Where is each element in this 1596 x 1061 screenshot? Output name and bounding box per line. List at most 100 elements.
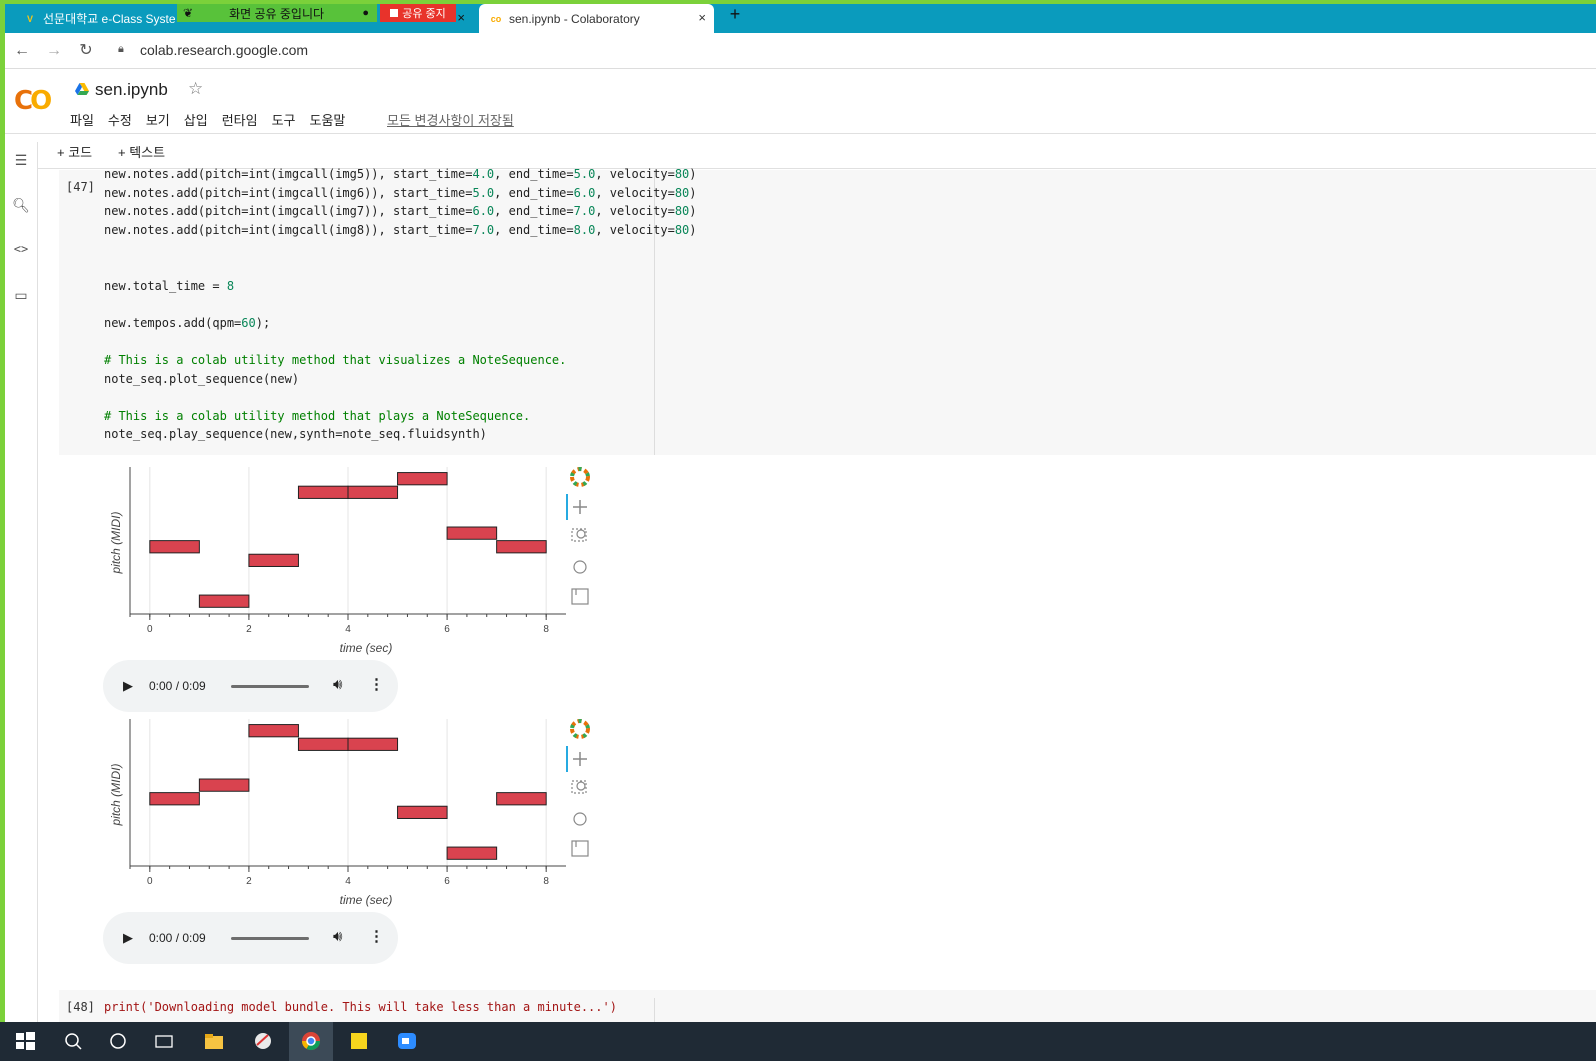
piano-roll-chart: 0 2 4 6 8 time (sec) pitch (MIDI): [109, 719, 566, 907]
menu-runtime[interactable]: 런타임: [222, 110, 258, 129]
code-line: new.notes.add(pitch=int(imgcall(img8)), …: [104, 221, 697, 240]
url-field[interactable]: colab.research.google.com: [140, 42, 308, 58]
code-text: new.notes.add(pitch=int(imgcall(img7)), …: [104, 204, 473, 219]
more-options-icon[interactable]: ⋮: [369, 675, 384, 693]
menu-tools[interactable]: 도구: [272, 110, 296, 129]
note-bar: [198, 778, 250, 792]
code-editor[interactable]: print('Downloading model bundle. This wi…: [104, 1000, 617, 1014]
code-snippets-icon[interactable]: <>: [11, 242, 31, 262]
add-text-button[interactable]: + 텍스트: [118, 142, 165, 161]
reset-icon[interactable]: [573, 812, 587, 826]
notebook-title[interactable]: sen.ipynb: [95, 80, 168, 100]
search-icon[interactable]: [62, 1030, 84, 1052]
shield-icon: ●: [362, 7, 369, 19]
code-line: # This is a colab utility method that pl…: [104, 407, 697, 426]
reset-icon[interactable]: [573, 560, 587, 574]
zoom-icon[interactable]: [396, 1030, 418, 1052]
note-bar: [297, 485, 349, 499]
x-tick-label: 6: [444, 624, 450, 635]
tab-close-icon[interactable]: ×: [457, 10, 465, 25]
save-icon[interactable]: [571, 588, 589, 605]
reload-icon[interactable]: ↻: [75, 40, 97, 62]
x-tick-label: 6: [444, 876, 450, 887]
code-line: new.notes.add(pitch=int(imgcall(img5)), …: [104, 165, 697, 184]
code-text: new.notes.add(pitch=int(imgcall(img6)), …: [104, 185, 473, 200]
note-bar: [248, 553, 299, 567]
menu-edit[interactable]: 수정: [108, 110, 132, 129]
leaf-icon: ❦: [183, 6, 194, 20]
save-status[interactable]: 모든 변경사항이 저장됨: [387, 110, 514, 129]
cortana-icon[interactable]: [107, 1030, 129, 1052]
note-bar: [347, 737, 399, 751]
box-zoom-icon[interactable]: [571, 528, 587, 542]
x-tick-label: 4: [345, 624, 351, 635]
code-number: 7.0: [573, 204, 596, 219]
bokeh-toolbar: [566, 719, 590, 857]
code-editor[interactable]: new.notes.add(pitch=int(imgcall(img5)), …: [104, 165, 697, 444]
code-text: new.notes.add(pitch=int(imgcall(img5)), …: [104, 167, 473, 181]
forward-arrow-icon[interactable]: →: [43, 40, 65, 62]
new-tab-button[interactable]: +: [725, 4, 745, 28]
share-banner-label: 화면 공유 중입니다: [229, 6, 325, 21]
code-comment: # This is a colab utility method that pl…: [104, 408, 531, 423]
windows-taskbar: [0, 1022, 1596, 1061]
code-text: , end_time=: [494, 167, 574, 181]
audio-time: 0:00 / 0:09: [149, 679, 206, 693]
tab-close-icon[interactable]: ×: [698, 10, 706, 25]
code-number: 80: [674, 185, 690, 200]
note-bar: [446, 846, 498, 860]
code-line: # This is a colab utility method that vi…: [104, 351, 697, 370]
menu-help[interactable]: 도움말: [310, 110, 346, 129]
code-text: , velocity=: [595, 222, 675, 237]
code-number: 5.0: [472, 185, 495, 200]
code-number: 5.0: [573, 167, 596, 181]
back-arrow-icon[interactable]: ←: [11, 40, 33, 62]
note-bar: [496, 540, 547, 554]
x-tick-label: 2: [246, 876, 252, 887]
code-number: 80: [674, 167, 690, 181]
y-axis-label: pitch (MIDI): [109, 511, 123, 574]
play-icon[interactable]: ▶: [123, 678, 133, 694]
pan-icon[interactable]: [573, 500, 587, 514]
sticky-notes-icon[interactable]: [348, 1030, 370, 1052]
audio-seek-bar[interactable]: [231, 937, 309, 940]
active-tool-indicator: [566, 494, 568, 520]
colab-logo[interactable]: CO: [14, 86, 52, 116]
code-number: 6.0: [472, 204, 495, 219]
volume-icon[interactable]: 🔊︎: [333, 676, 342, 693]
code-text: ): [689, 222, 697, 237]
app-icon[interactable]: [252, 1030, 274, 1052]
audio-seek-bar[interactable]: [231, 685, 309, 688]
windows-start-icon[interactable]: [14, 1030, 36, 1052]
note-bar: [149, 540, 200, 554]
volume-icon[interactable]: 🔊︎: [333, 928, 342, 945]
folder-icon[interactable]: ▭: [11, 287, 31, 307]
file-explorer-icon[interactable]: [203, 1030, 225, 1052]
code-text: , velocity=: [595, 204, 675, 219]
code-number: 4.0: [472, 167, 495, 181]
menu-file[interactable]: 파일: [70, 110, 94, 129]
add-code-button[interactable]: + 코드: [57, 142, 92, 161]
save-icon[interactable]: [571, 840, 589, 857]
code-line: new.notes.add(pitch=int(imgcall(img6)), …: [104, 184, 697, 203]
share-stop-button[interactable]: 공유 중지: [380, 4, 456, 22]
search-icon[interactable]: 🔍︎: [11, 197, 31, 217]
stop-icon: [390, 9, 399, 17]
menu-insert[interactable]: 삽입: [184, 110, 208, 129]
box-zoom-icon[interactable]: [571, 780, 587, 794]
table-of-contents-icon[interactable]: ☰: [11, 152, 31, 172]
bokeh-logo-icon[interactable]: [570, 719, 590, 739]
code-number: 6.0: [573, 185, 596, 200]
code-number: 7.0: [472, 222, 495, 237]
more-options-icon[interactable]: ⋮: [369, 927, 384, 945]
chrome-icon[interactable]: [300, 1030, 322, 1052]
pan-icon[interactable]: [573, 752, 587, 766]
note-bar: [446, 526, 498, 540]
menu-view[interactable]: 보기: [146, 110, 170, 129]
tab-colab[interactable]: co sen.ipynb - Colaboratory ×: [479, 4, 714, 33]
task-view-icon[interactable]: [153, 1030, 175, 1052]
play-icon[interactable]: ▶: [123, 930, 133, 946]
star-icon[interactable]: ☆: [188, 79, 203, 99]
bokeh-logo-icon[interactable]: [570, 467, 590, 487]
